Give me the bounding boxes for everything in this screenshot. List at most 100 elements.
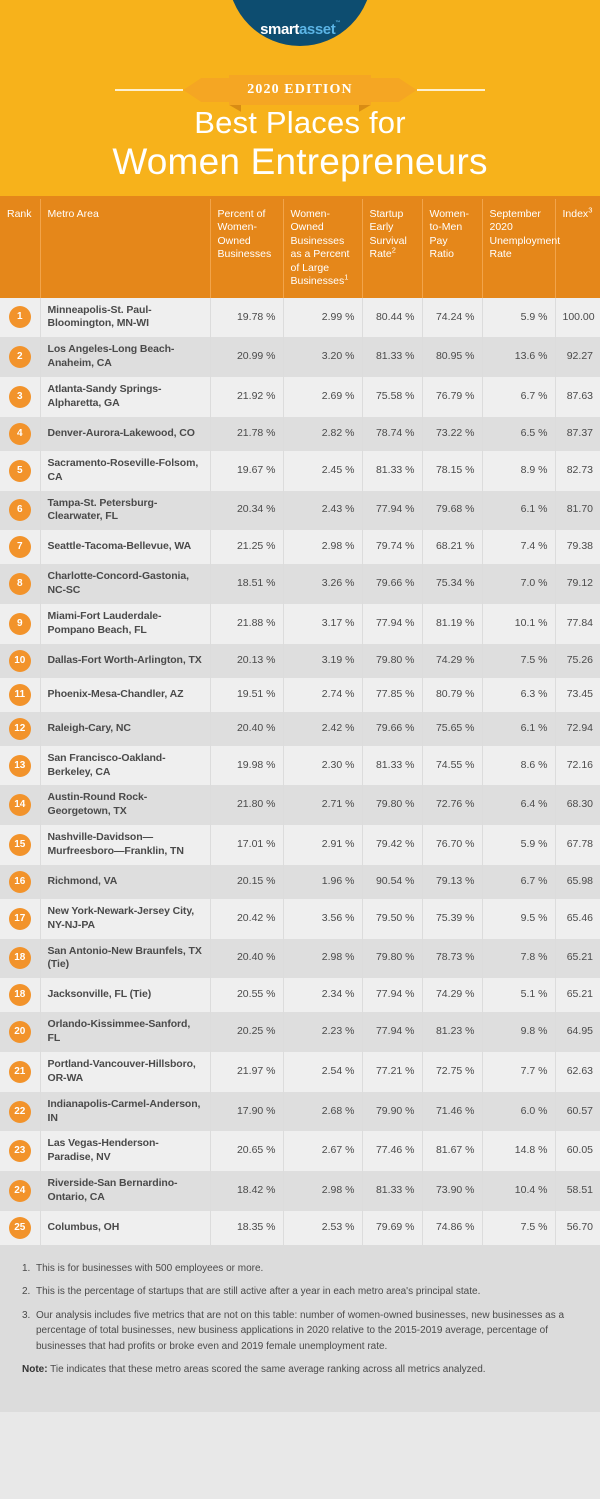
unemployment-cell: 5.9 % xyxy=(482,297,556,338)
rank-cell: 5 xyxy=(0,450,41,491)
metro-area-cell: Charlotte-Concord-Gastonia, NC-SC xyxy=(40,564,211,604)
rank-cell: 6 xyxy=(0,490,41,531)
table-header: Rank Metro Area Percent of Women-Owned B… xyxy=(0,195,600,298)
rank-badge: 16 xyxy=(8,870,31,893)
percent-women-owned-cell: 21.88 % xyxy=(210,603,284,644)
percent-women-owned-cell: 21.92 % xyxy=(210,377,284,417)
rank-cell: 12 xyxy=(0,711,41,746)
table-header-row: Rank Metro Area Percent of Women-Owned B… xyxy=(0,195,600,298)
unemployment-cell: 10.1 % xyxy=(482,603,556,644)
unemployment-cell: 13.6 % xyxy=(482,337,556,378)
footnote-note: Note: Tie indicates that these metro are… xyxy=(22,1362,578,1378)
rank-cell: 14 xyxy=(0,785,41,826)
footnote-item: 3. Our analysis includes five metrics tha… xyxy=(22,1308,578,1355)
unemployment-cell: 6.7 % xyxy=(482,864,556,899)
trademark-icon: ™ xyxy=(335,20,340,26)
startup-survival-cell: 79.66 % xyxy=(362,564,423,604)
table-row: 4 Denver-Aurora-Lakewood, CO 21.78 % 2.82 %… xyxy=(0,416,600,451)
metro-area-cell: Austin-Round Rock-Georgetown, TX xyxy=(40,785,211,826)
table-row: 18 Jacksonville, FL (Tie) 20.55 % 2.34 % 77.… xyxy=(0,978,600,1013)
metro-area-cell: Los Angeles-Long Beach-Anaheim, CA xyxy=(40,337,211,378)
unemployment-cell: 6.1 % xyxy=(482,490,556,531)
pay-ratio-cell: 80.95 % xyxy=(422,337,483,378)
ribbon-center: 2020 EDITION xyxy=(229,75,371,112)
percent-women-owned-cell: 17.90 % xyxy=(210,1091,284,1132)
percent-women-owned-cell: 19.98 % xyxy=(210,745,284,786)
column-header-rank: Rank xyxy=(0,195,41,298)
percent-women-owned-cell: 18.42 % xyxy=(210,1171,284,1211)
startup-survival-cell: 90.54 % xyxy=(362,864,423,899)
table-row: 9 Miami-Fort Lauderdale-Pompano Beach, FL… xyxy=(0,603,600,644)
index-cell: 60.57 xyxy=(555,1091,600,1132)
percent-large-businesses-cell: 2.69 % xyxy=(283,377,363,417)
percent-large-businesses-cell: 2.82 % xyxy=(283,416,363,451)
rank-badge: 10 xyxy=(8,649,31,672)
table-row: 20 Orlando-Kissimmee-Sanford, FL 20.25 % 2.… xyxy=(0,1012,600,1052)
table-row: 17 New York-Newark-Jersey City, NY-NJ-PA 2… xyxy=(0,898,600,939)
table-row: 8 Charlotte-Concord-Gastonia, NC-SC 18.51 … xyxy=(0,564,600,604)
percent-large-businesses-cell: 2.30 % xyxy=(283,745,363,786)
pay-ratio-cell: 81.67 % xyxy=(422,1131,483,1172)
ribbon-tail-left xyxy=(183,78,230,102)
startup-survival-cell: 78.74 % xyxy=(362,416,423,451)
metro-area-cell: Riverside-San Bernardino-Ontario, CA xyxy=(40,1171,211,1211)
table-row: 22 Indianapolis-Carmel-Anderson, IN 17.90 … xyxy=(0,1091,600,1132)
unemployment-cell: 14.8 % xyxy=(482,1131,556,1172)
percent-large-businesses-cell: 2.54 % xyxy=(283,1051,363,1092)
footnote-text: This is for businesses with 500 employee… xyxy=(36,1262,264,1274)
metro-area-cell: Jacksonville, FL (Tie) xyxy=(40,978,211,1013)
metro-area-cell: Las Vegas-Henderson-Paradise, NV xyxy=(40,1131,211,1172)
rank-cell: 22 xyxy=(0,1091,41,1132)
index-cell: 68.30 xyxy=(555,785,600,826)
rank-badge: 22 xyxy=(8,1100,31,1123)
rank-badge: 3 xyxy=(8,385,31,408)
rank-cell: 2 xyxy=(0,337,41,378)
rank-cell: 18 xyxy=(0,978,41,1013)
pay-ratio-cell: 72.75 % xyxy=(422,1051,483,1092)
smartasset-logo: smartasset™ xyxy=(228,0,372,46)
footnote-marker-3: 3 xyxy=(588,205,593,215)
metro-area-cell: Atlanta-Sandy Springs-Alpharetta, GA xyxy=(40,377,211,417)
table-row: 6 Tampa-St. Petersburg-Clearwater, FL 20.3… xyxy=(0,490,600,531)
metro-area-cell: Richmond, VA xyxy=(40,864,211,899)
rank-badge: 2 xyxy=(8,346,31,369)
percent-large-businesses-cell: 3.20 % xyxy=(283,337,363,378)
footnote-note-label: Note: xyxy=(22,1364,48,1376)
metro-area-cell: Orlando-Kissimmee-Sanford, FL xyxy=(40,1012,211,1052)
rank-badge: 11 xyxy=(8,683,31,706)
column-header-metro-area: Metro Area xyxy=(40,195,211,298)
unemployment-cell: 7.5 % xyxy=(482,643,556,678)
rankings-table: Rank Metro Area Percent of Women-Owned B… xyxy=(0,195,600,1245)
rank-cell: 1 xyxy=(0,297,41,338)
edition-ribbon: 2020 EDITION xyxy=(0,73,600,112)
infographic-page: smartasset™ 2020 EDITION Best Places for… xyxy=(0,0,600,1412)
percent-large-businesses-cell: 2.74 % xyxy=(283,677,363,712)
pay-ratio-cell: 74.86 % xyxy=(422,1210,483,1245)
metro-area-cell: San Francisco-Oakland-Berkeley, CA xyxy=(40,745,211,786)
unemployment-cell: 6.4 % xyxy=(482,785,556,826)
rank-cell: 18 xyxy=(0,938,41,979)
table-row: 13 San Francisco-Oakland-Berkeley, CA 19.9… xyxy=(0,745,600,786)
percent-large-businesses-cell: 1.96 % xyxy=(283,864,363,899)
percent-large-businesses-cell: 3.17 % xyxy=(283,603,363,644)
header-banner: smartasset™ 2020 EDITION Best Places for… xyxy=(0,0,600,196)
pay-ratio-cell: 79.13 % xyxy=(422,864,483,899)
index-cell: 100.00 xyxy=(555,297,600,338)
pay-ratio-cell: 72.76 % xyxy=(422,785,483,826)
pay-ratio-cell: 75.39 % xyxy=(422,898,483,939)
table-row: 16 Richmond, VA 20.15 % 1.96 % 90.54 % 79.13 … xyxy=(0,864,600,899)
percent-large-businesses-cell: 2.42 % xyxy=(283,711,363,746)
index-cell: 65.46 xyxy=(555,898,600,939)
startup-survival-cell: 79.66 % xyxy=(362,711,423,746)
startup-survival-cell: 79.80 % xyxy=(362,643,423,678)
metro-area-cell: Sacramento-Roseville-Folsom, CA xyxy=(40,450,211,491)
table-row: 10 Dallas-Fort Worth-Arlington, TX 20.13 %… xyxy=(0,643,600,678)
pay-ratio-cell: 76.79 % xyxy=(422,377,483,417)
unemployment-cell: 9.5 % xyxy=(482,898,556,939)
metro-area-cell: Columbus, OH xyxy=(40,1210,211,1245)
table-row: 12 Raleigh-Cary, NC 20.40 % 2.42 % 79.66 % 75… xyxy=(0,711,600,746)
percent-large-businesses-cell: 3.56 % xyxy=(283,898,363,939)
startup-survival-cell: 79.42 % xyxy=(362,825,423,865)
rank-badge: 7 xyxy=(8,536,31,559)
rank-cell: 7 xyxy=(0,530,41,565)
